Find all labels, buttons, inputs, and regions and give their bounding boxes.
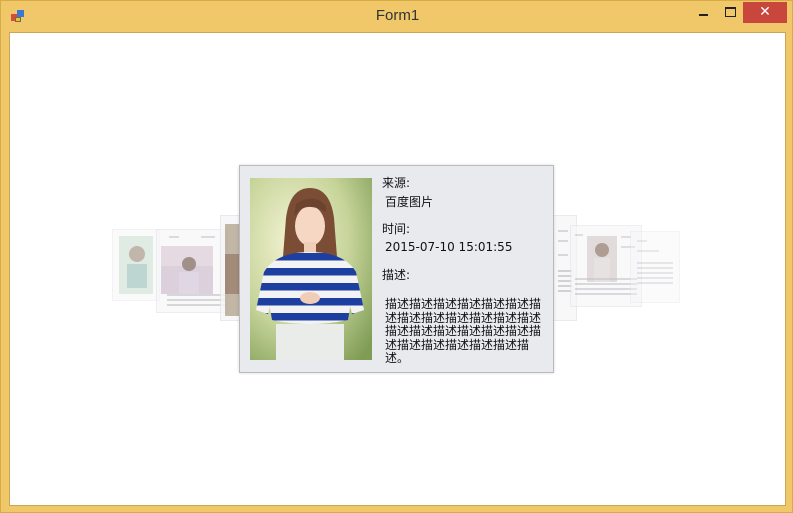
card-thumbnail <box>161 246 213 294</box>
card-thumbnail <box>119 236 153 294</box>
window-frame: Form1 ✕ 来源: 百度图片 时间: 2015-07-10 15:01:55… <box>0 0 793 513</box>
card-text <box>575 278 637 298</box>
detail-card[interactable]: 来源: 百度图片 时间: 2015-07-10 15:01:55 描述: 描述描… <box>239 165 554 373</box>
time-value: 2015-07-10 15:01:55 <box>385 240 513 254</box>
description-value: 描述描述描述描述描述描述描述描述描述描述描述描述描述描述描述描述描述描述描述描述… <box>385 297 542 365</box>
background-card[interactable] <box>156 229 228 313</box>
description-label: 描述: <box>382 268 411 282</box>
background-card[interactable] <box>630 231 680 303</box>
card-photo[interactable] <box>250 178 372 360</box>
source-value: 百度图片 <box>385 195 434 209</box>
card-text <box>167 294 225 308</box>
source-label: 来源: <box>382 176 411 190</box>
close-button[interactable]: ✕ <box>743 2 787 23</box>
minimize-button[interactable] <box>691 2 717 23</box>
client-area: 来源: 百度图片 时间: 2015-07-10 15:01:55 描述: 描述描… <box>9 32 786 506</box>
window-title: Form1 <box>375 7 420 24</box>
card-text <box>637 262 673 284</box>
card-thumbnail <box>587 236 617 282</box>
title-bar[interactable]: Form1 ✕ <box>1 1 793 31</box>
maximize-button[interactable] <box>717 2 743 23</box>
time-label: 时间: <box>382 222 411 236</box>
background-card[interactable] <box>112 229 160 301</box>
close-icon: ✕ <box>759 4 771 20</box>
